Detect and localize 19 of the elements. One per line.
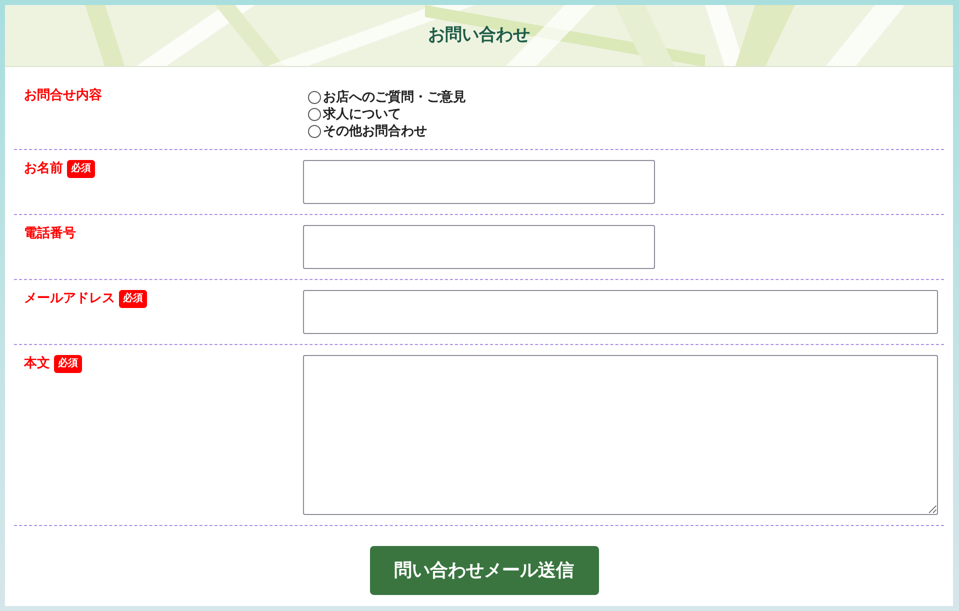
field-label: メールアドレス — [24, 290, 115, 308]
radio-label: 求人について — [323, 106, 401, 123]
required-badge: 必須 — [119, 290, 147, 308]
radio-label: その他お問合わせ — [323, 123, 427, 140]
submit-button[interactable]: 問い合わせメール送信 — [370, 546, 598, 595]
field-label: 本文 — [24, 355, 50, 373]
field-label: 電話番号 — [24, 225, 76, 243]
input-field[interactable] — [303, 160, 655, 204]
input-field[interactable] — [303, 225, 655, 269]
field-label: お名前 — [24, 160, 63, 178]
required-badge: 必須 — [54, 355, 82, 373]
field-label: お問合せ内容 — [24, 87, 102, 105]
radio-button[interactable] — [308, 91, 321, 104]
radio-label: お店へのご質問・ご意見 — [323, 89, 466, 106]
radio-button[interactable] — [308, 108, 321, 121]
radio-button[interactable] — [308, 125, 321, 138]
required-badge: 必須 — [67, 160, 95, 178]
input-field[interactable] — [303, 290, 938, 334]
form-title: お問い合わせ — [428, 24, 530, 47]
